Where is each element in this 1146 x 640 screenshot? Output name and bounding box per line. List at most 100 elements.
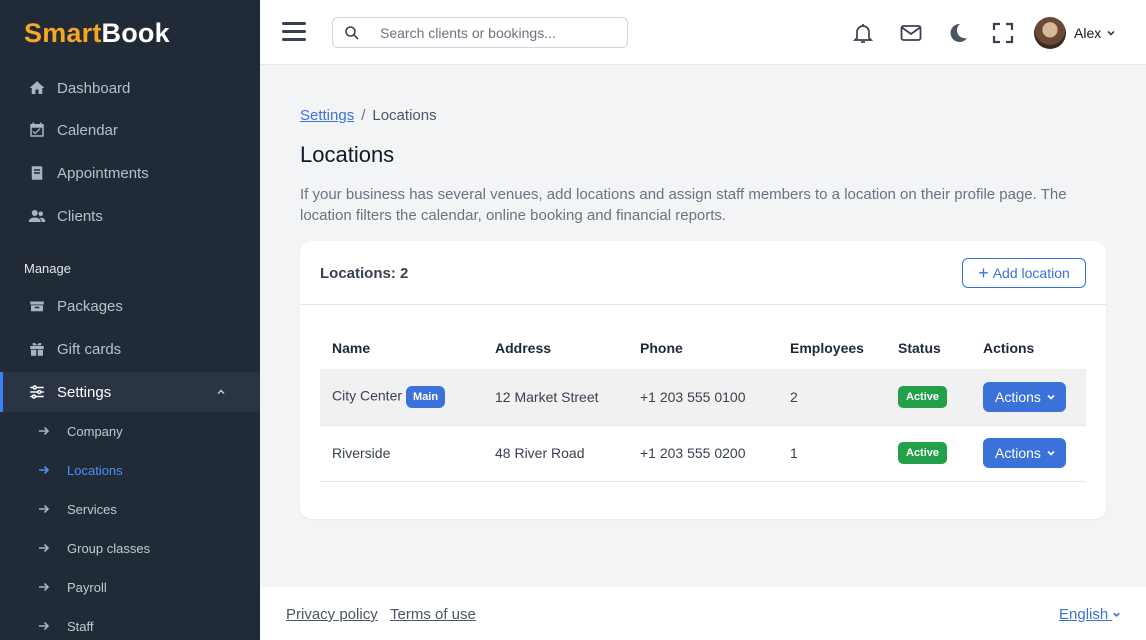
- sidebar-item-label: Dashboard: [57, 79, 131, 97]
- sidebar-sub-services[interactable]: Services: [0, 494, 260, 524]
- add-location-label: Add location: [992, 265, 1070, 281]
- sidebar-item-label: Clients: [57, 207, 103, 225]
- location-name-cell: City Center Main: [320, 369, 483, 426]
- chevron-down-icon: [1047, 450, 1055, 456]
- sidebar-item-gift-cards[interactable]: Gift cards: [0, 329, 260, 369]
- search-input[interactable]: [380, 24, 620, 41]
- sidebar-item-label: Appointments: [57, 164, 149, 182]
- book-icon: [28, 164, 46, 182]
- actions-cell: Actions: [971, 369, 1086, 426]
- chevron-down-icon: [1107, 30, 1115, 36]
- main-badge: Main: [406, 385, 446, 408]
- breadcrumb: Settings / Locations: [300, 107, 437, 124]
- sidebar-item-dashboard[interactable]: Dashboard: [0, 68, 260, 108]
- location-name: Riverside: [332, 445, 391, 461]
- home-icon: [28, 79, 46, 97]
- arrow-right-icon: [38, 620, 50, 632]
- sliders-icon: [28, 383, 46, 401]
- column-header-phone: Phone: [640, 340, 683, 356]
- locations-table: Name Address Phone Employees Status Acti…: [320, 331, 1086, 482]
- sidebar-sub-label: Group classes: [67, 540, 151, 556]
- sidebar-sub-group-classes[interactable]: Group classes: [0, 533, 260, 563]
- user-name: Alex: [1074, 25, 1102, 41]
- privacy-policy-link[interactable]: Privacy policy: [286, 606, 378, 623]
- dark-mode-icon[interactable]: [945, 20, 971, 46]
- search-box[interactable]: [332, 17, 628, 48]
- status-badge: Active: [898, 442, 948, 464]
- sidebar-item-label: Packages: [57, 297, 123, 315]
- sidebar-item-label: Settings: [57, 383, 112, 401]
- sidebar-item-packages[interactable]: Packages: [0, 286, 260, 326]
- locations-count: Locations: 2: [320, 265, 409, 282]
- bell-icon[interactable]: [850, 20, 876, 46]
- search-icon: [345, 25, 359, 40]
- avatar: [1034, 17, 1066, 49]
- status-cell: Active: [886, 369, 971, 426]
- sidebar-item-clients[interactable]: Clients: [0, 196, 260, 236]
- location-employees: 1: [778, 425, 886, 482]
- status-cell: Active: [886, 425, 971, 482]
- arrow-right-icon: [38, 542, 50, 554]
- sidebar-section-manage: Manage: [24, 261, 71, 276]
- page-title: Locations: [300, 142, 395, 167]
- locations-card: Locations: 2 + Add location Name Address…: [300, 241, 1106, 519]
- card-header: Locations: 2 + Add location: [300, 241, 1106, 305]
- location-address: 12 Market Street: [483, 369, 628, 426]
- fullscreen-icon[interactable]: [990, 20, 1016, 46]
- mail-icon[interactable]: [898, 20, 924, 46]
- sidebar-sub-payroll[interactable]: Payroll: [0, 572, 260, 602]
- breadcrumb-current: Locations: [372, 107, 437, 124]
- users-icon: [28, 207, 46, 225]
- sidebar-sub-label: Staff: [67, 618, 94, 634]
- location-phone: +1 203 555 0200: [628, 425, 778, 482]
- menu-toggle-icon[interactable]: [282, 22, 306, 42]
- actions-cell: Actions: [971, 425, 1086, 482]
- gift-icon: [28, 340, 46, 358]
- sidebar-sub-label: Payroll: [67, 579, 107, 595]
- package-icon: [28, 297, 46, 315]
- column-header-name: Name: [332, 340, 371, 356]
- table-row[interactable]: Riverside 48 River Road +1 203 555 0200 …: [320, 425, 1086, 482]
- sidebar-sub-locations[interactable]: Locations: [0, 455, 260, 485]
- actions-dropdown-button[interactable]: Actions: [983, 438, 1066, 468]
- chevron-down-icon: [1113, 612, 1121, 617]
- sidebar-sub-label: Services: [67, 501, 117, 517]
- brand-logo[interactable]: SmartBook: [24, 18, 170, 49]
- chevron-up-icon: [217, 389, 225, 395]
- terms-of-use-link[interactable]: Terms of use: [390, 606, 476, 623]
- sidebar-item-appointments[interactable]: Appointments: [0, 153, 260, 193]
- actions-dropdown-button[interactable]: Actions: [983, 381, 1066, 412]
- actions-label: Actions: [995, 388, 1041, 405]
- add-location-button[interactable]: + Add location: [962, 258, 1086, 288]
- location-phone: +1 203 555 0100: [628, 369, 778, 426]
- chevron-down-icon: [1047, 394, 1055, 400]
- column-header-actions: Actions: [983, 340, 1035, 356]
- brand-part1: Smart: [24, 18, 102, 48]
- user-menu[interactable]: Alex: [1034, 17, 1116, 49]
- actions-label: Actions: [995, 445, 1041, 461]
- sidebar-item-calendar[interactable]: Calendar: [0, 110, 260, 150]
- sidebar-item-label: Gift cards: [57, 340, 122, 358]
- status-badge: Active: [898, 385, 948, 408]
- language-selector[interactable]: English: [1059, 606, 1121, 623]
- breadcrumb-settings-link[interactable]: Settings: [300, 107, 354, 124]
- page-description: If your business has several venues, add…: [300, 186, 1067, 224]
- arrow-right-icon: [38, 425, 50, 437]
- sidebar-item-label: Calendar: [57, 121, 118, 139]
- column-header-address: Address: [495, 340, 552, 356]
- sidebar-sub-label: Locations: [67, 462, 123, 478]
- sidebar-sub-company[interactable]: Company: [0, 416, 260, 446]
- table-header-row: Name Address Phone Employees Status Acti…: [320, 331, 1086, 369]
- column-header-employees: Employees: [790, 340, 864, 356]
- sidebar-sub-staff[interactable]: Staff: [0, 611, 260, 640]
- footer: Privacy policy Terms of use English: [260, 587, 1146, 640]
- language-label: English: [1059, 606, 1109, 623]
- location-employees: 2: [778, 369, 886, 426]
- table-row[interactable]: City Center Main 12 Market Street +1 203 …: [320, 369, 1086, 426]
- arrow-right-icon: [38, 581, 50, 593]
- arrow-right-icon: [38, 464, 50, 476]
- sidebar-item-settings[interactable]: Settings: [0, 372, 260, 412]
- calendar-icon: [28, 121, 46, 139]
- arrow-right-icon: [38, 503, 50, 515]
- plus-icon: +: [978, 263, 989, 283]
